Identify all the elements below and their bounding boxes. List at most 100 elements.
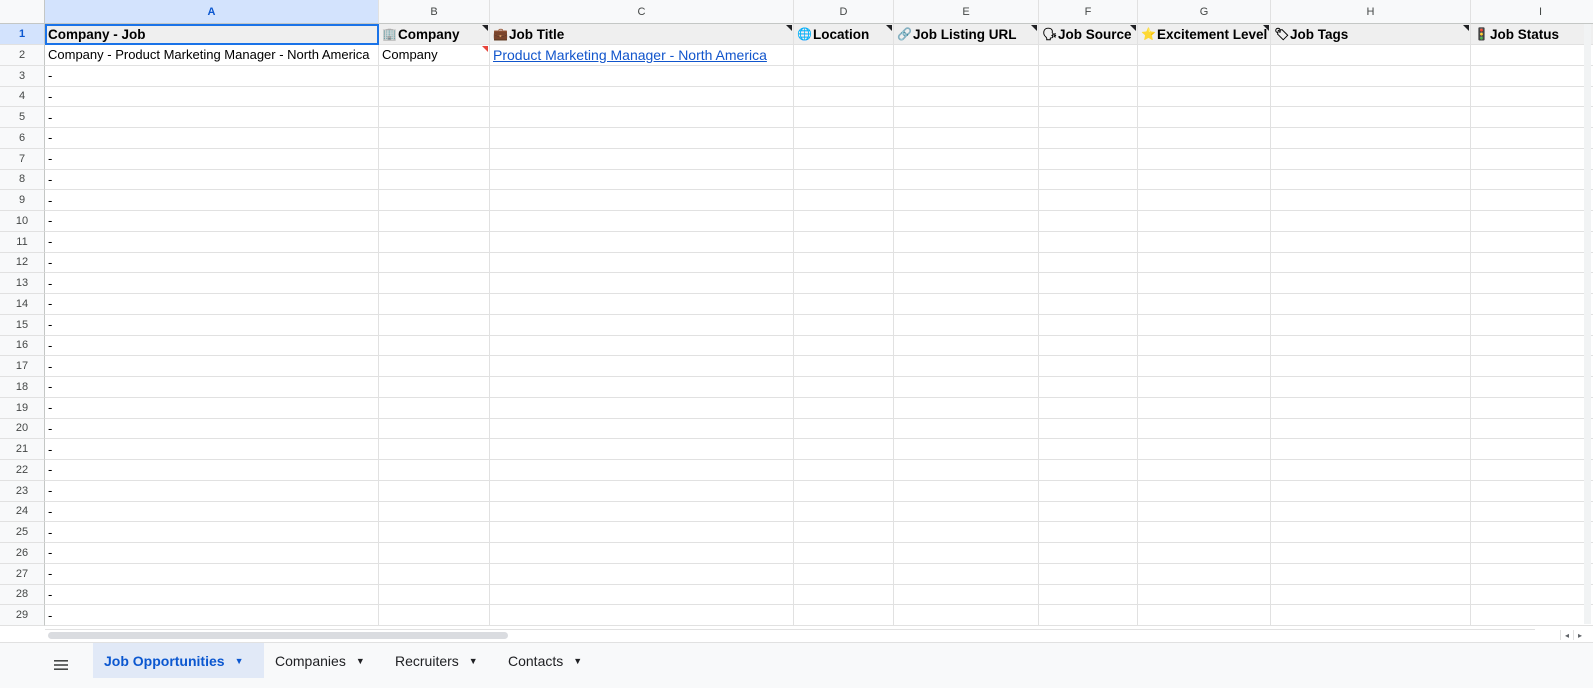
- cell-h4[interactable]: [1271, 86, 1471, 108]
- cell-a9[interactable]: -: [45, 190, 379, 211]
- cell-d6[interactable]: [794, 128, 894, 149]
- cell-i12[interactable]: [1471, 253, 1593, 274]
- cell-i22[interactable]: [1471, 460, 1593, 481]
- cell-f13[interactable]: [1039, 273, 1138, 294]
- cell-i5[interactable]: [1471, 107, 1593, 128]
- cell-h22[interactable]: [1271, 460, 1471, 481]
- cell-i28[interactable]: [1471, 585, 1593, 606]
- cell-a13[interactable]: -: [45, 273, 379, 294]
- column-header-c[interactable]: C: [490, 0, 794, 24]
- cell-e3[interactable]: [894, 65, 1039, 87]
- cell-c24[interactable]: [490, 501, 794, 523]
- cell-b15[interactable]: [379, 314, 490, 336]
- cell-i3[interactable]: [1471, 66, 1593, 87]
- cell-b5[interactable]: [379, 107, 490, 128]
- cell-b22[interactable]: [379, 460, 490, 481]
- cell-i18[interactable]: [1471, 377, 1593, 398]
- cell-e19[interactable]: [894, 397, 1039, 419]
- cell-b12[interactable]: [379, 252, 490, 274]
- cell-c18[interactable]: [490, 377, 794, 398]
- cell-f17[interactable]: [1039, 356, 1138, 377]
- cell-f2[interactable]: [1039, 45, 1138, 66]
- cell-i8[interactable]: [1471, 170, 1593, 191]
- cell-d4[interactable]: [794, 86, 894, 108]
- cell-e16[interactable]: [894, 335, 1039, 357]
- cell-g5[interactable]: [1138, 107, 1271, 128]
- cell-h25[interactable]: [1271, 522, 1471, 543]
- cell-a2[interactable]: Company - Product Marketing Manager - No…: [45, 45, 379, 66]
- dropdown-caret-icon[interactable]: ▼: [573, 656, 582, 666]
- cell-d5[interactable]: [794, 107, 894, 128]
- cell-a21[interactable]: -: [45, 439, 379, 460]
- cell-f5[interactable]: [1039, 107, 1138, 128]
- cell-f27[interactable]: [1039, 563, 1138, 585]
- row-header-11[interactable]: 11: [0, 231, 45, 253]
- cell-e9[interactable]: [894, 190, 1039, 211]
- cell-a29[interactable]: -: [45, 605, 379, 626]
- cell-g1[interactable]: ⭐ Excitement Level: [1138, 24, 1271, 45]
- cell-g20[interactable]: [1138, 418, 1271, 440]
- cell-i9[interactable]: [1471, 190, 1593, 211]
- cell-g2[interactable]: [1138, 45, 1271, 66]
- cell-g10[interactable]: [1138, 211, 1271, 232]
- row-header-7[interactable]: 7: [0, 148, 45, 170]
- cell-h10[interactable]: [1271, 211, 1471, 232]
- cell-c13[interactable]: [490, 273, 794, 294]
- cell-g22[interactable]: [1138, 460, 1271, 481]
- cell-d14[interactable]: [794, 294, 894, 315]
- cell-g13[interactable]: [1138, 273, 1271, 294]
- cell-d18[interactable]: [794, 377, 894, 398]
- select-all-corner[interactable]: [0, 0, 45, 24]
- cell-f29[interactable]: [1039, 605, 1138, 626]
- cell-e23[interactable]: [894, 480, 1039, 502]
- sheet-tab-companies[interactable]: Companies ▼: [264, 643, 384, 678]
- cell-f20[interactable]: [1039, 418, 1138, 440]
- cell-a23[interactable]: -: [45, 480, 379, 502]
- cell-f9[interactable]: [1039, 190, 1138, 211]
- cell-g11[interactable]: [1138, 231, 1271, 253]
- cell-d9[interactable]: [794, 190, 894, 211]
- cell-c20[interactable]: [490, 418, 794, 440]
- dropdown-caret-icon[interactable]: ▼: [469, 656, 478, 666]
- cell-i21[interactable]: [1471, 439, 1593, 460]
- column-header-h[interactable]: H: [1271, 0, 1471, 24]
- cell-f6[interactable]: [1039, 128, 1138, 149]
- row-header-27[interactable]: 27: [0, 563, 45, 585]
- column-header-d[interactable]: D: [794, 0, 894, 24]
- row-header-23[interactable]: 23: [0, 480, 45, 502]
- cell-d10[interactable]: [794, 211, 894, 232]
- cell-a1[interactable]: Company - Job: [45, 24, 379, 45]
- cell-a27[interactable]: -: [45, 563, 379, 585]
- dropdown-caret-icon[interactable]: ▼: [235, 656, 244, 666]
- row-header-15[interactable]: 15: [0, 314, 45, 336]
- row-header-24[interactable]: 24: [0, 501, 45, 523]
- cell-h5[interactable]: [1271, 107, 1471, 128]
- cell-h16[interactable]: [1271, 335, 1471, 357]
- cell-e4[interactable]: [894, 86, 1039, 108]
- cell-a18[interactable]: -: [45, 377, 379, 398]
- cell-f22[interactable]: [1039, 460, 1138, 481]
- row-header-20[interactable]: 20: [0, 418, 45, 440]
- cell-b26[interactable]: [379, 543, 490, 564]
- cell-g18[interactable]: [1138, 377, 1271, 398]
- sheet-tab-recruiters[interactable]: Recruiters ▼: [384, 643, 497, 678]
- cell-d2[interactable]: [794, 45, 894, 66]
- row-header-22[interactable]: 22: [0, 460, 45, 481]
- cell-b13[interactable]: [379, 273, 490, 294]
- cell-d15[interactable]: [794, 314, 894, 336]
- cell-h11[interactable]: [1271, 231, 1471, 253]
- cell-e6[interactable]: [894, 128, 1039, 149]
- cell-b29[interactable]: [379, 605, 490, 626]
- cell-a20[interactable]: -: [45, 418, 379, 440]
- cell-h18[interactable]: [1271, 377, 1471, 398]
- sheet-tab-job-opportunities[interactable]: Job Opportunities ▼: [93, 643, 264, 678]
- cell-d27[interactable]: [794, 563, 894, 585]
- cell-a15[interactable]: -: [45, 314, 379, 336]
- row-header-8[interactable]: 8: [0, 169, 45, 191]
- cell-f11[interactable]: [1039, 231, 1138, 253]
- cell-i23[interactable]: [1471, 481, 1593, 502]
- cell-i16[interactable]: [1471, 336, 1593, 357]
- cell-c3[interactable]: [490, 65, 794, 87]
- cell-d11[interactable]: [794, 231, 894, 253]
- cell-c15[interactable]: [490, 314, 794, 336]
